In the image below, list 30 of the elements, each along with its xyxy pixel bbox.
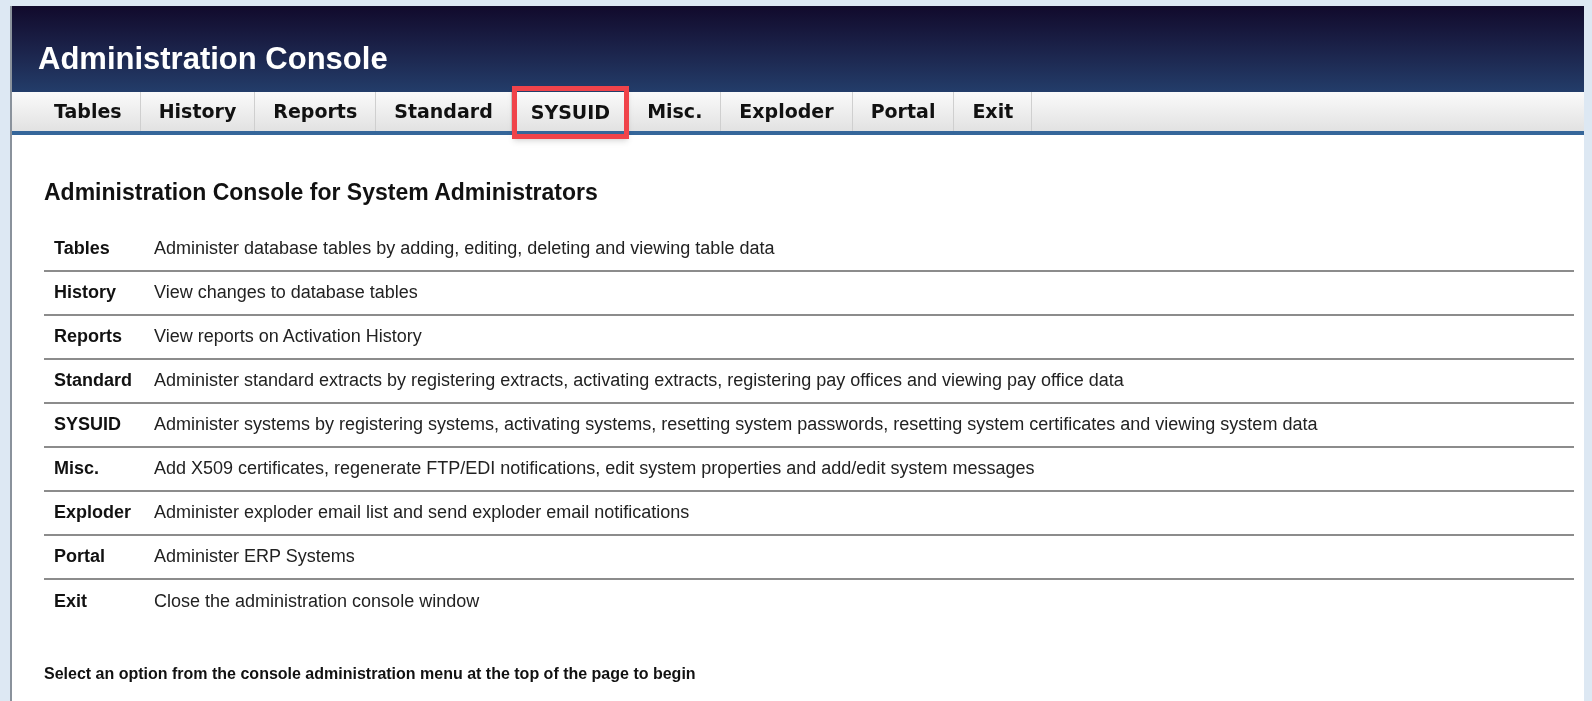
instruction-text: Select an option from the console administration menu at the top of the page to begin (44, 663, 697, 684)
option-name: SYSUID (53, 413, 123, 436)
option-name: Tables (53, 237, 111, 260)
menu-tab[interactable]: Exploder (721, 92, 853, 131)
option-description: Administer systems by registering systems, activating systems, resetting system passwords, resetting system certificates and viewing system data (154, 413, 1318, 436)
option-description: Close the administration console window (154, 590, 480, 613)
page-heading: Administration Console for System Administrators (44, 178, 599, 207)
menu-tab[interactable]: Portal (852, 92, 955, 131)
menu-tab[interactable]: Standard (376, 92, 512, 131)
option-name: Exploder (53, 501, 133, 524)
option-name: Portal (53, 545, 106, 568)
option-description: View changes to database tables (154, 281, 418, 304)
menu-tab[interactable]: History (140, 92, 256, 131)
app-title: Administration Console (38, 43, 388, 74)
menu-tab[interactable]: Tables (36, 92, 141, 131)
option-description: Administer exploder email list and send exploder email notifications (154, 501, 690, 524)
menu-tab[interactable]: Reports (255, 92, 377, 131)
option-name: Reports (53, 325, 123, 348)
option-description: View reports on Activation History (154, 325, 422, 348)
option-name: Exit (53, 590, 88, 613)
option-name: Misc. (53, 457, 101, 480)
option-description: Administer ERP Systems (154, 545, 355, 568)
menu-tab[interactable]: SYSUID (511, 86, 630, 139)
menu-tab[interactable]: Misc. (629, 92, 722, 131)
menu-tab[interactable]: Exit (954, 92, 1033, 131)
option-description: Administer standard extracts by registering extracts, activating extracts, registering pay offices and viewing pay office data (154, 369, 1124, 392)
option-name: History (53, 281, 117, 304)
option-name: Standard (53, 369, 133, 392)
option-description: Administer database tables by adding, editing, deleting and viewing table data (154, 237, 775, 260)
option-description: Add X509 certificates, regenerate FTP/EDI notifications, edit system properties and add/edit system messages (154, 457, 1035, 480)
